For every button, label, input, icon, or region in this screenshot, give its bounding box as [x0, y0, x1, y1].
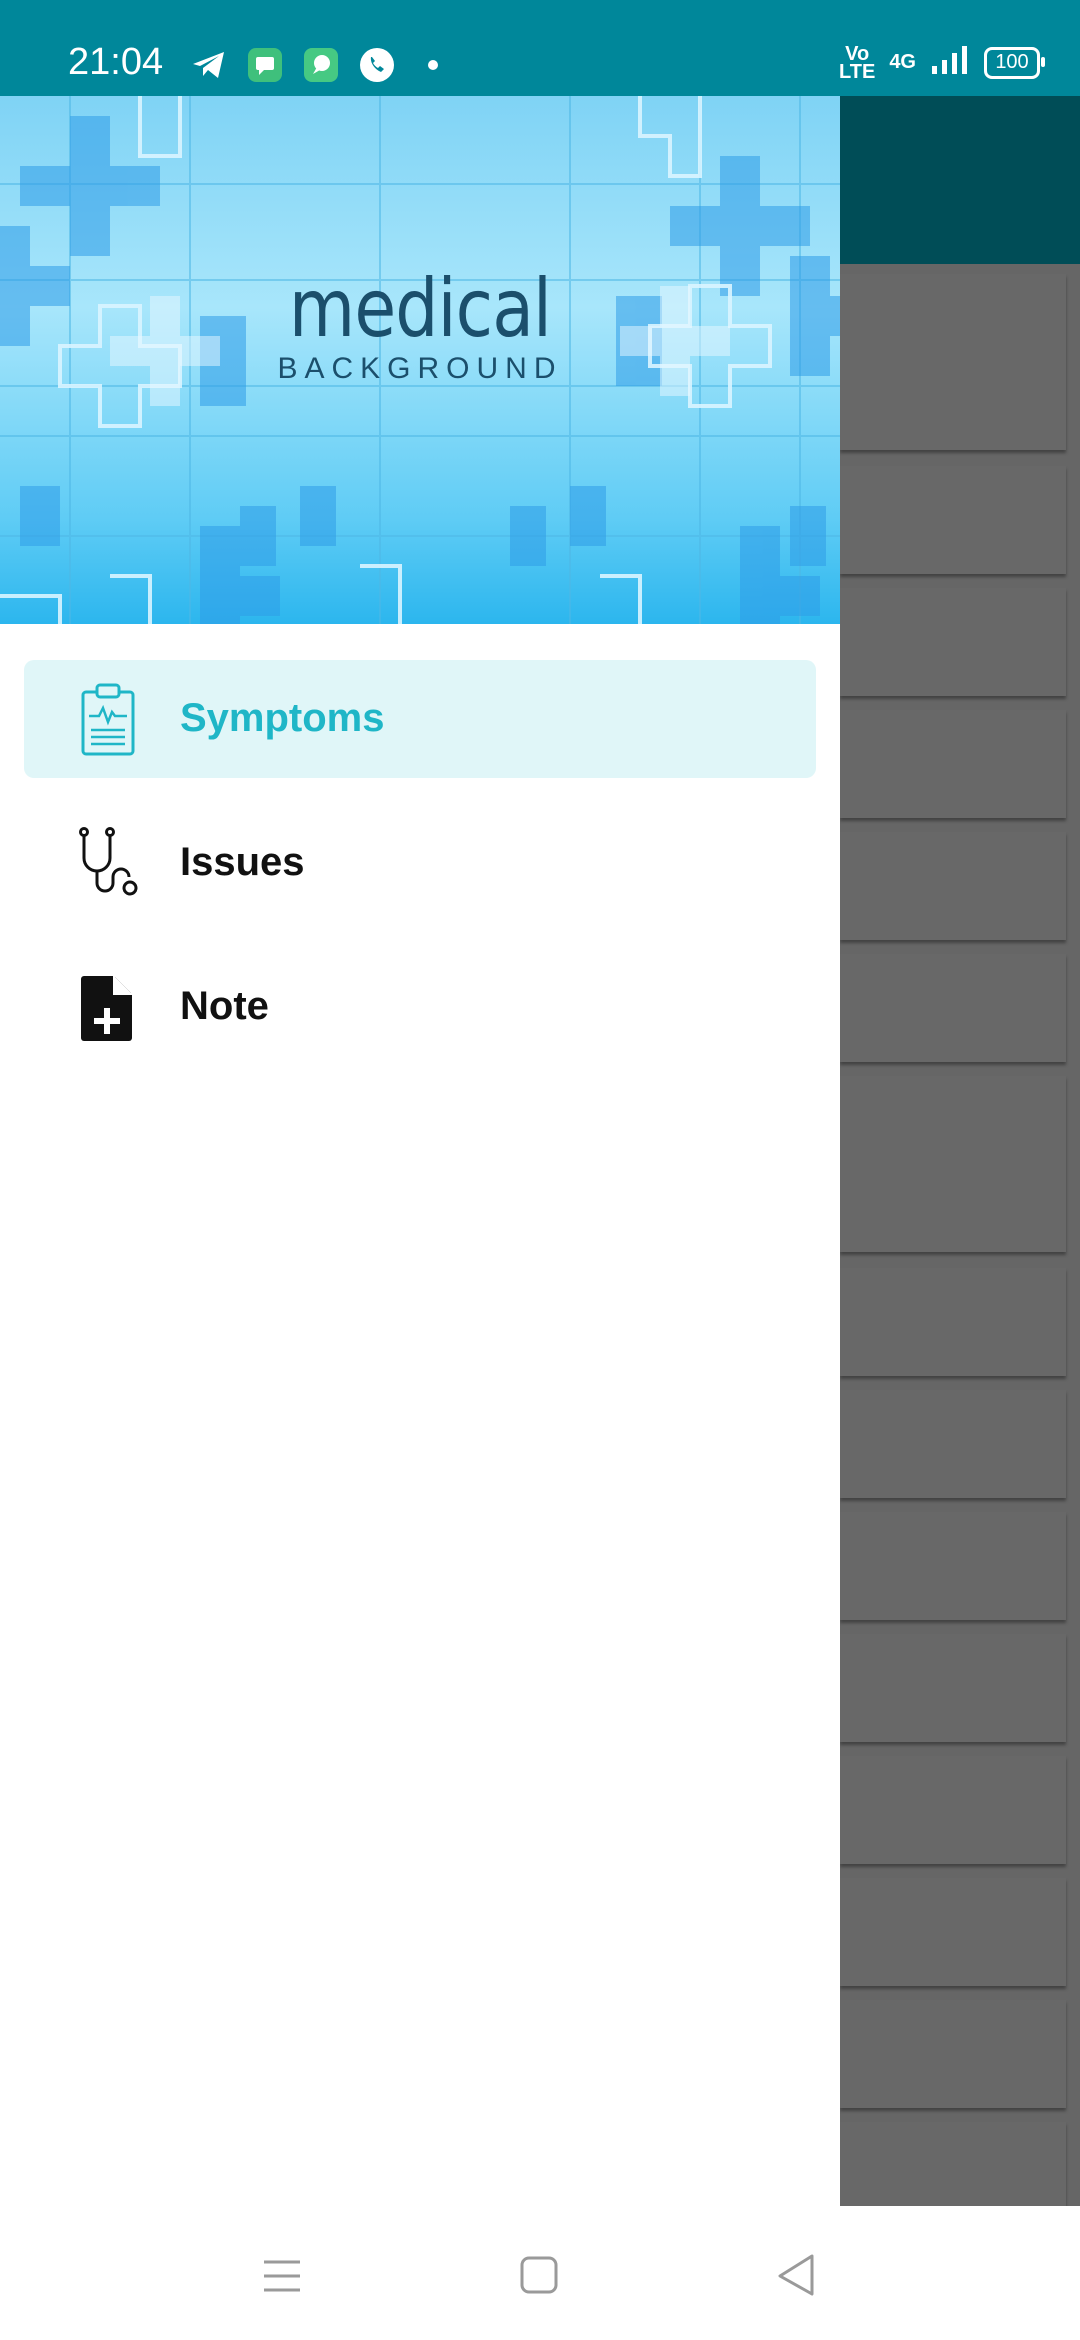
header-subtitle: BACKGROUND: [277, 352, 563, 385]
menu-item-note[interactable]: Note: [24, 948, 816, 1066]
stethoscope-icon: [72, 826, 144, 900]
list-item: [840, 710, 1066, 818]
list-item: [840, 588, 1066, 696]
list-item: [840, 1634, 1066, 1742]
menu-item-issues[interactable]: Issues: [24, 804, 816, 922]
list-item: [840, 1512, 1066, 1620]
chat-bubble-icon: [302, 46, 340, 84]
system-navigation-bar: [0, 2206, 1080, 2340]
list-item: [840, 2000, 1066, 2108]
battery-icon: 100: [984, 46, 1045, 79]
telegram-icon: [190, 46, 228, 84]
back-icon[interactable]: [772, 2250, 822, 2300]
notification-icons: [190, 46, 452, 84]
list-item: [840, 1878, 1066, 1986]
menu-item-symptoms[interactable]: Symptoms: [24, 660, 816, 778]
menu-icon[interactable]: [256, 2250, 306, 2300]
network-type: 4G: [889, 51, 916, 73]
header-title: medical: [288, 262, 552, 355]
navigation-drawer: medical BACKGROUND Symptoms Issues Note: [0, 96, 840, 2206]
signal-icon: [930, 44, 970, 81]
notification-dot-icon: [414, 46, 452, 84]
list-item: [840, 2122, 1066, 2206]
status-time: 21:04: [68, 41, 164, 83]
menu-item-label: Note: [180, 984, 269, 1028]
clipboard-ecg-icon: [72, 682, 144, 756]
volte-indicator: Vo LTE: [839, 42, 876, 83]
list-item: [840, 466, 1066, 574]
list-item: [840, 1390, 1066, 1498]
list-item: [840, 1756, 1066, 1864]
list-item: [840, 1268, 1066, 1376]
file-add-icon: [72, 970, 144, 1044]
dimmed-app-content[interactable]: [840, 96, 1080, 2206]
app-toolbar: [840, 96, 1080, 264]
system-status: Vo LTE 4G 100: [839, 42, 1045, 83]
status-bar: 21:04 Vo LTE 4G 100: [0, 0, 1080, 96]
message-icon: [246, 46, 284, 84]
list-item: [840, 832, 1066, 940]
battery-level: 100: [995, 51, 1029, 73]
drawer-header-image: medical BACKGROUND: [0, 96, 840, 624]
list-item: [840, 274, 1066, 450]
home-icon[interactable]: [514, 2250, 564, 2300]
list-item: [840, 1076, 1066, 1252]
menu-item-label: Issues: [180, 840, 305, 884]
menu-item-label: Symptoms: [180, 696, 385, 740]
phone-call-icon: [358, 46, 396, 84]
list-item: [840, 954, 1066, 1062]
